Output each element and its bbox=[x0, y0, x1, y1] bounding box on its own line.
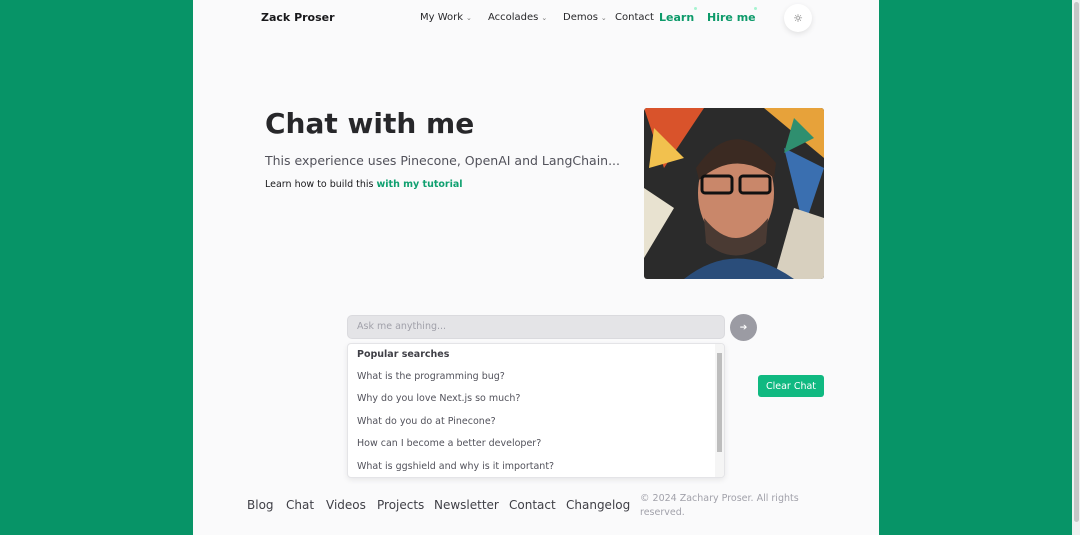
suggestion-item[interactable]: How can I become a better developer? bbox=[357, 438, 541, 449]
popular-searches-heading: Popular searches bbox=[357, 349, 450, 360]
nav-learn[interactable]: Learn bbox=[659, 11, 694, 24]
learn-indicator-dot bbox=[694, 7, 697, 10]
copyright: © 2024 Zachary Proser. All rights reserv… bbox=[640, 493, 799, 518]
hire-indicator-dot bbox=[754, 7, 757, 10]
suggestion-item[interactable]: What is the programming bug? bbox=[357, 371, 505, 382]
footer-link-videos[interactable]: Videos bbox=[326, 498, 366, 512]
popular-searches-dropdown: Popular searches What is the programming… bbox=[347, 343, 725, 478]
clear-chat-button[interactable]: Clear Chat bbox=[758, 375, 824, 397]
nav-accolades[interactable]: Accolades ⌄ bbox=[488, 12, 547, 23]
site-logo[interactable]: Zack Proser bbox=[261, 11, 335, 24]
page-subtitle: This experience uses Pinecone, OpenAI an… bbox=[265, 153, 621, 168]
tutorial-link[interactable]: with my tutorial bbox=[377, 179, 463, 190]
nav-label: Accolades bbox=[488, 12, 539, 23]
nav-label: My Work bbox=[420, 12, 464, 23]
page-title: Chat with me bbox=[265, 107, 475, 140]
tutorial-line: Learn how to build this with my tutorial bbox=[265, 179, 463, 190]
footer-link-blog[interactable]: Blog bbox=[247, 498, 274, 512]
dropdown-scrollbar-thumb[interactable] bbox=[717, 353, 722, 452]
footer-link-changelog[interactable]: Changelog bbox=[566, 498, 630, 512]
nav-contact[interactable]: Contact bbox=[615, 12, 654, 23]
suggestion-item[interactable]: What is ggshield and why is it important… bbox=[357, 461, 554, 472]
footer-link-contact[interactable]: Contact bbox=[509, 498, 556, 512]
chevron-down-icon: ⌄ bbox=[466, 14, 472, 22]
page-scrollbar[interactable] bbox=[1072, 0, 1080, 535]
nav-demos[interactable]: Demos ⌄ bbox=[563, 12, 607, 23]
nav-hire-me[interactable]: Hire me bbox=[707, 11, 756, 24]
chevron-down-icon: ⌄ bbox=[600, 14, 607, 22]
dropdown-scrollbar[interactable] bbox=[715, 344, 724, 477]
suggestion-item[interactable]: What do you do at Pinecone? bbox=[357, 416, 496, 427]
tutorial-prefix: Learn how to build this bbox=[265, 179, 377, 190]
page-scrollbar-thumb[interactable] bbox=[1074, 2, 1079, 522]
page-panel: Zack Proser My Work ⌄ Accolades ⌄ Demos ⌄ C… bbox=[193, 0, 879, 535]
sun-icon: ☼ bbox=[793, 11, 803, 25]
arrow-right-icon: ➔ bbox=[739, 322, 748, 333]
footer-link-projects[interactable]: Projects bbox=[377, 498, 424, 512]
portrait-image bbox=[644, 108, 824, 279]
footer-link-newsletter[interactable]: Newsletter bbox=[434, 498, 499, 512]
suggestion-item[interactable]: Why do you love Next.js so much? bbox=[357, 393, 520, 404]
nav-my-work[interactable]: My Work ⌄ bbox=[420, 12, 472, 23]
nav-label: Demos bbox=[563, 12, 598, 23]
chat-input[interactable]: Ask me anything... bbox=[347, 315, 725, 339]
theme-toggle-button[interactable]: ☼ bbox=[784, 4, 812, 32]
footer-link-chat[interactable]: Chat bbox=[286, 498, 314, 512]
send-button[interactable]: ➔ bbox=[730, 314, 757, 341]
chevron-down-icon: ⌄ bbox=[541, 14, 548, 22]
